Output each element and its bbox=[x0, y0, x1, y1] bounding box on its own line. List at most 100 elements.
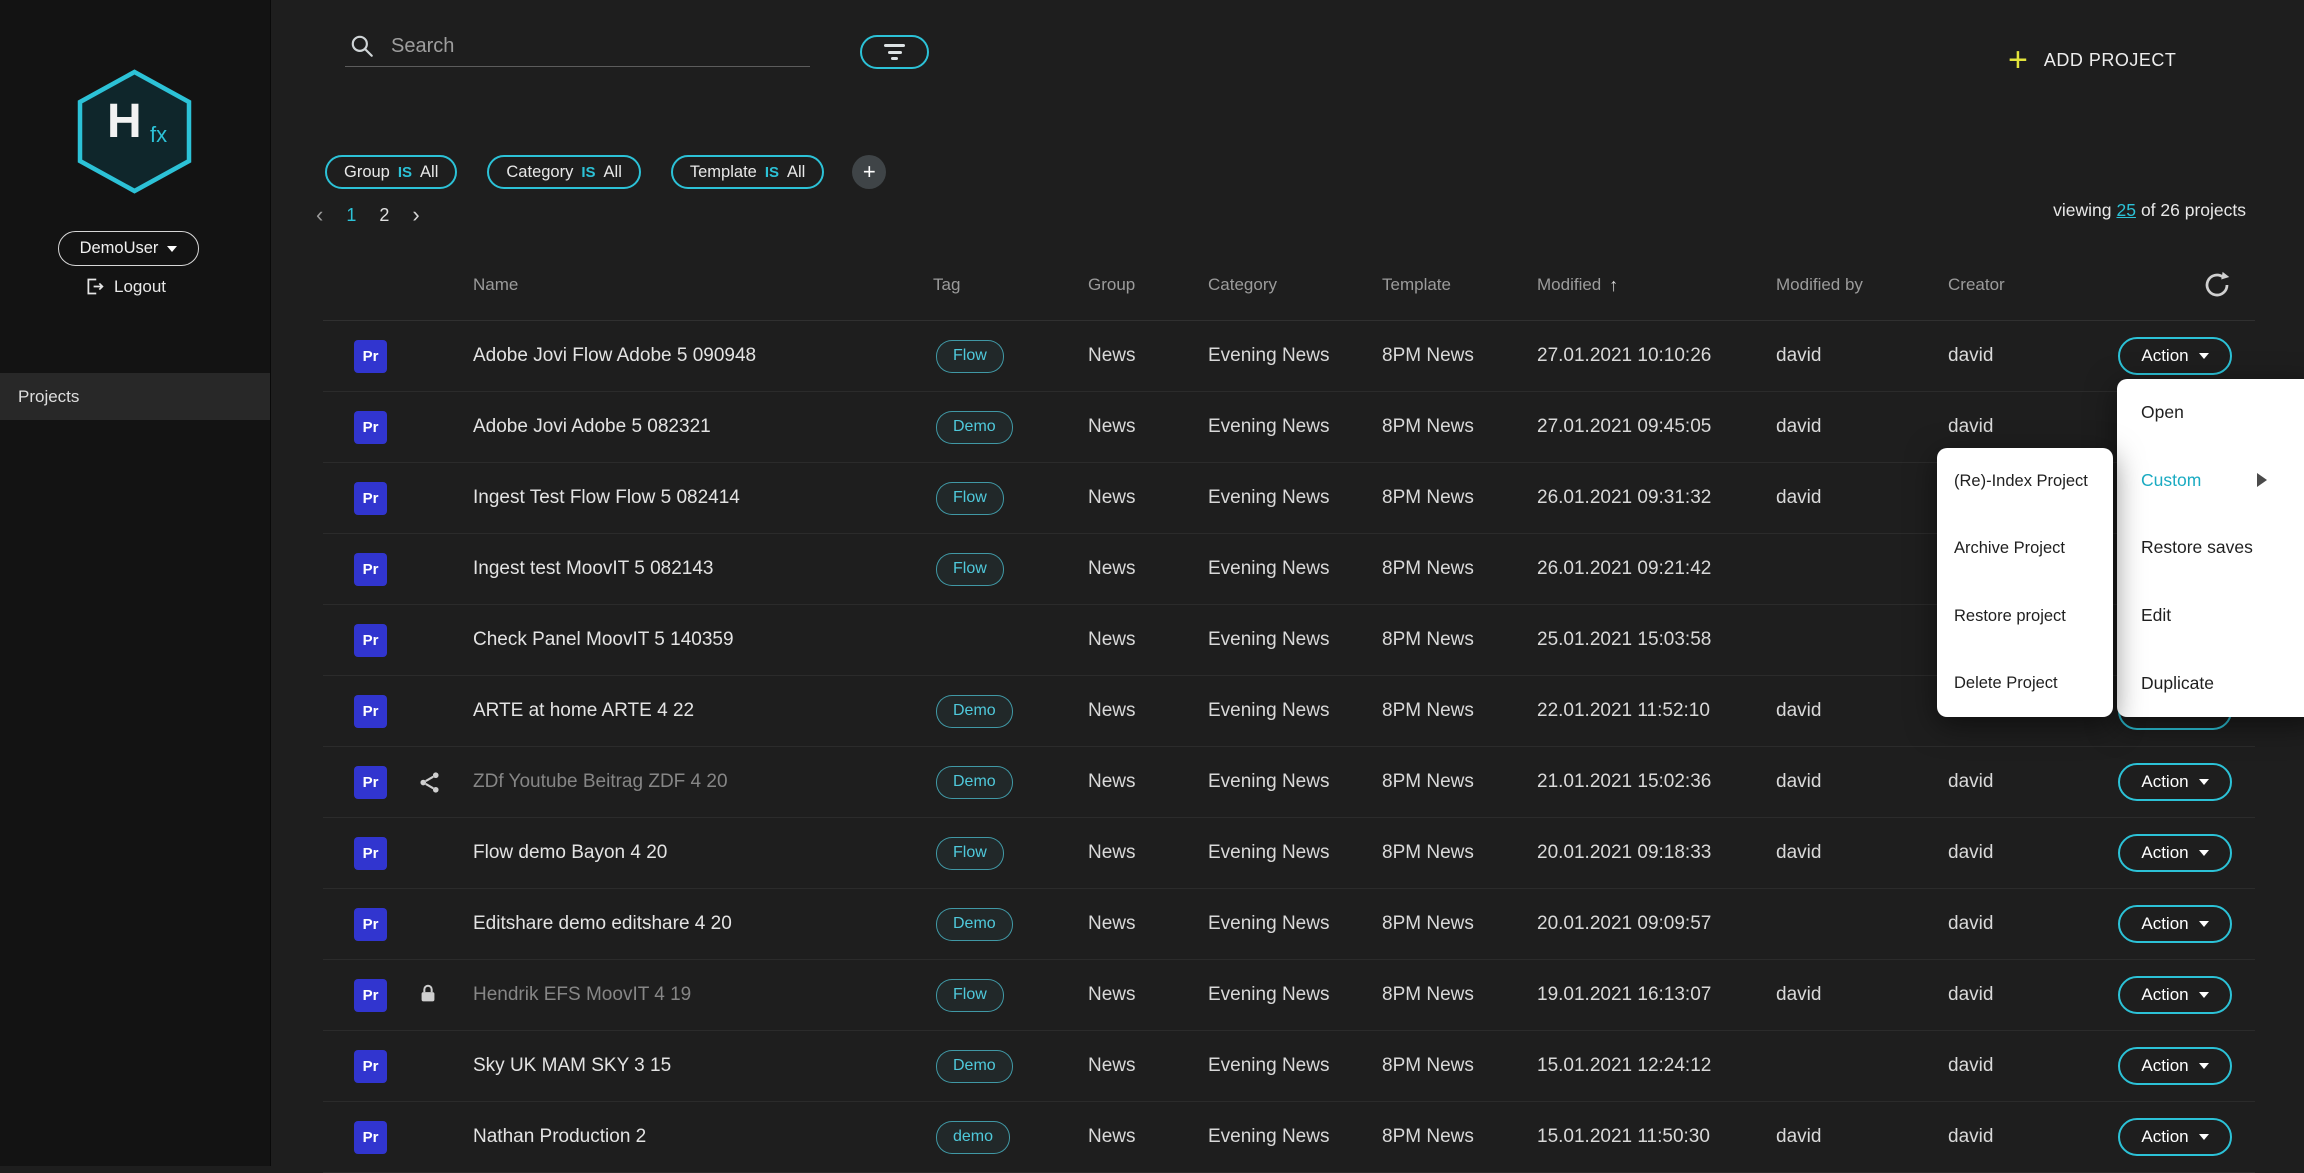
viewing-suffix: of 26 projects bbox=[2141, 200, 2246, 221]
premiere-icon: Pr bbox=[354, 979, 387, 1012]
group-cell: News bbox=[1088, 842, 1208, 864]
search-bar bbox=[345, 26, 810, 67]
lock-icon bbox=[417, 983, 439, 1005]
menu-item-label: Delete Project bbox=[1954, 674, 2058, 693]
premiere-icon: Pr bbox=[354, 695, 387, 728]
action-cell: Action bbox=[2090, 763, 2255, 801]
category-cell: Evening News bbox=[1208, 416, 1382, 438]
tag-cell: Demo bbox=[933, 908, 1088, 941]
column-header-label: Creator bbox=[1948, 275, 2005, 295]
menu-item-restore-project[interactable]: Restore project bbox=[1937, 583, 2113, 650]
chip-op: IS bbox=[765, 164, 779, 181]
action-button[interactable]: Action bbox=[2118, 1047, 2232, 1085]
share-icon bbox=[417, 770, 442, 795]
menu-item-duplicate[interactable]: Duplicate bbox=[2117, 649, 2304, 717]
logout-button[interactable]: Logout bbox=[84, 276, 166, 297]
creator-cell: david bbox=[1948, 345, 2090, 367]
filter-chip-group[interactable]: GroupISAll bbox=[325, 155, 457, 189]
page-button-2[interactable]: 2 bbox=[379, 205, 389, 226]
group-cell: News bbox=[1088, 913, 1208, 935]
premiere-icon: Pr bbox=[354, 340, 387, 373]
menu-item-archive-project[interactable]: Archive Project bbox=[1937, 515, 2113, 582]
logo-suffix: fx bbox=[150, 124, 167, 146]
refresh-button[interactable] bbox=[2202, 270, 2232, 300]
sort-asc-icon[interactable]: ↑ bbox=[1609, 275, 1618, 296]
modified-cell: 27.01.2021 10:10:26 bbox=[1537, 345, 1776, 367]
action-button[interactable]: Action bbox=[2118, 763, 2232, 801]
tag-cell: Demo bbox=[933, 695, 1088, 728]
column-header-category[interactable]: Category bbox=[1208, 275, 1382, 295]
filter-lines-icon bbox=[884, 44, 905, 47]
chevron-down-icon bbox=[2199, 992, 2209, 998]
table-row[interactable]: PrAdobe Jovi Flow Adobe 5 090948FlowNews… bbox=[323, 321, 2255, 392]
search-input[interactable] bbox=[389, 34, 810, 59]
project-name: Flow demo Bayon 4 20 bbox=[473, 842, 933, 864]
menu-item-edit[interactable]: Edit bbox=[2117, 582, 2304, 650]
viewing-prefix: viewing bbox=[2053, 200, 2111, 221]
action-cell: Action bbox=[2090, 976, 2255, 1014]
column-header-creator[interactable]: Creator bbox=[1948, 275, 2090, 295]
action-button[interactable]: Action bbox=[2118, 337, 2232, 375]
table-row[interactable]: PrEditshare demo editshare 4 20DemoNewsE… bbox=[323, 889, 2255, 960]
column-header-tag[interactable]: Tag bbox=[933, 275, 1088, 295]
action-cell: Action bbox=[2090, 905, 2255, 943]
filter-chip-category[interactable]: CategoryISAll bbox=[487, 155, 640, 189]
tag-badge: Flow bbox=[936, 553, 1004, 586]
add-filter-button[interactable]: + bbox=[852, 155, 886, 189]
column-header-modified[interactable]: Modified↑ bbox=[1537, 275, 1776, 296]
action-button[interactable]: Action bbox=[2118, 834, 2232, 872]
page-next-button[interactable]: › bbox=[412, 204, 419, 226]
premiere-icon: Pr bbox=[354, 553, 387, 586]
modified-by-cell: david bbox=[1776, 700, 1948, 722]
project-name: Ingest test MoovIT 5 082143 bbox=[473, 558, 933, 580]
column-header-name[interactable]: Name bbox=[473, 275, 933, 295]
page-button-1[interactable]: 1 bbox=[346, 205, 356, 226]
chip-op: IS bbox=[581, 164, 595, 181]
project-name: Ingest Test Flow Flow 5 082414 bbox=[473, 487, 933, 509]
tag-badge: Demo bbox=[936, 411, 1013, 444]
group-cell: News bbox=[1088, 771, 1208, 793]
group-cell: News bbox=[1088, 984, 1208, 1006]
group-cell: News bbox=[1088, 1055, 1208, 1077]
menu-item-custom[interactable]: Custom bbox=[2117, 447, 2304, 515]
menu-item-open[interactable]: Open bbox=[2117, 379, 2304, 447]
tag-cell: Flow bbox=[933, 340, 1088, 373]
premiere-icon: Pr bbox=[354, 908, 387, 941]
template-cell: 8PM News bbox=[1382, 984, 1537, 1006]
table-row[interactable]: PrFlow demo Bayon 4 20FlowNewsEvening Ne… bbox=[323, 818, 2255, 889]
column-header-template[interactable]: Template bbox=[1382, 275, 1537, 295]
template-cell: 8PM News bbox=[1382, 1126, 1537, 1148]
project-name: Editshare demo editshare 4 20 bbox=[473, 913, 933, 935]
action-button[interactable]: Action bbox=[2118, 905, 2232, 943]
table-row[interactable]: PrNathan Production 2demoNewsEvening New… bbox=[323, 1102, 2255, 1173]
table-row[interactable]: PrSky UK MAM SKY 3 15DemoNewsEvening New… bbox=[323, 1031, 2255, 1102]
column-header-modified_by[interactable]: Modified by bbox=[1776, 275, 1948, 295]
plus-icon: + bbox=[2008, 45, 2028, 75]
premiere-icon: Pr bbox=[354, 837, 387, 870]
user-menu-button[interactable]: DemoUser bbox=[58, 231, 199, 266]
action-button[interactable]: Action bbox=[2118, 976, 2232, 1014]
group-cell: News bbox=[1088, 416, 1208, 438]
filter-sort-button[interactable] bbox=[860, 35, 929, 69]
table-row[interactable]: PrZDf Youtube Beitrag ZDF 4 20DemoNewsEv… bbox=[323, 747, 2255, 818]
tag-badge: Demo bbox=[936, 908, 1013, 941]
menu-item--re-index-project[interactable]: (Re)-Index Project bbox=[1937, 448, 2113, 515]
page-prev-button[interactable]: ‹ bbox=[316, 204, 323, 226]
row-icons-cell: Pr bbox=[323, 747, 473, 817]
filter-chip-template[interactable]: TemplateISAll bbox=[671, 155, 824, 189]
add-project-button[interactable]: + ADD PROJECT bbox=[2008, 42, 2176, 78]
group-cell: News bbox=[1088, 558, 1208, 580]
menu-item-restore-saves[interactable]: Restore saves bbox=[2117, 514, 2304, 582]
action-button[interactable]: Action bbox=[2118, 1118, 2232, 1156]
action-button-label: Action bbox=[2141, 985, 2188, 1005]
creator-cell: david bbox=[1948, 771, 2090, 793]
sidebar-item-projects[interactable]: Projects bbox=[0, 373, 270, 420]
menu-item-delete-project[interactable]: Delete Project bbox=[1937, 650, 2113, 717]
action-button-label: Action bbox=[2141, 346, 2188, 366]
viewing-count-link[interactable]: 25 bbox=[2116, 200, 2135, 221]
action-button-label: Action bbox=[2141, 914, 2188, 934]
category-cell: Evening News bbox=[1208, 842, 1382, 864]
template-cell: 8PM News bbox=[1382, 558, 1537, 580]
column-header-group[interactable]: Group bbox=[1088, 275, 1208, 295]
table-row[interactable]: PrHendrik EFS MoovIT 4 19FlowNewsEvening… bbox=[323, 960, 2255, 1031]
